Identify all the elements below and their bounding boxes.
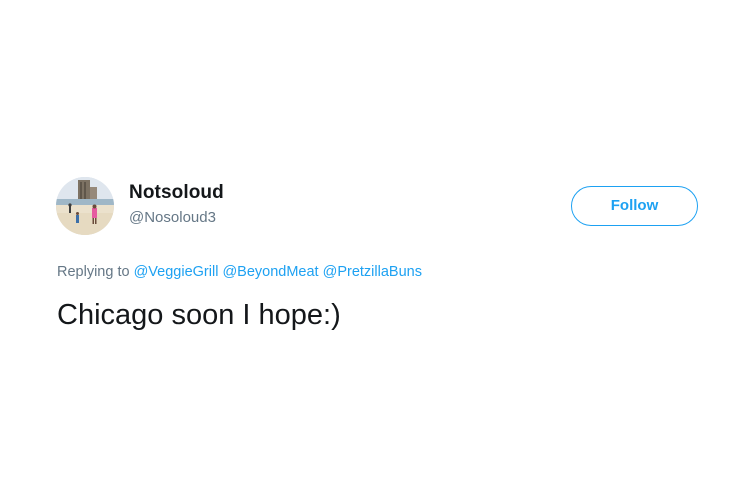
tweet-card: Notsoloud @Nosoloud3 Follow Replying to …: [0, 0, 750, 500]
user-handle[interactable]: @Nosoloud3: [129, 209, 224, 227]
mention-link-veggiegrill[interactable]: @VeggieGrill: [134, 264, 219, 280]
beach-photo-avatar-icon: [56, 177, 114, 235]
avatar[interactable]: [56, 177, 114, 235]
tweet-header: Notsoloud @Nosoloud3 Follow: [56, 177, 702, 237]
replying-to-line: Replying to @VeggieGrill @BeyondMeat @Pr…: [57, 263, 422, 281]
follow-button[interactable]: Follow: [571, 186, 698, 226]
display-name[interactable]: Notsoloud: [129, 182, 224, 204]
tweet-text: Chicago soon I hope:): [57, 299, 341, 331]
replying-to-label: Replying to: [57, 264, 130, 280]
mention-link-pretzillabuns[interactable]: @PretzillaBuns: [323, 264, 422, 280]
mention-link-beyondmeat[interactable]: @BeyondMeat: [222, 264, 318, 280]
user-names: Notsoloud @Nosoloud3: [129, 182, 224, 227]
